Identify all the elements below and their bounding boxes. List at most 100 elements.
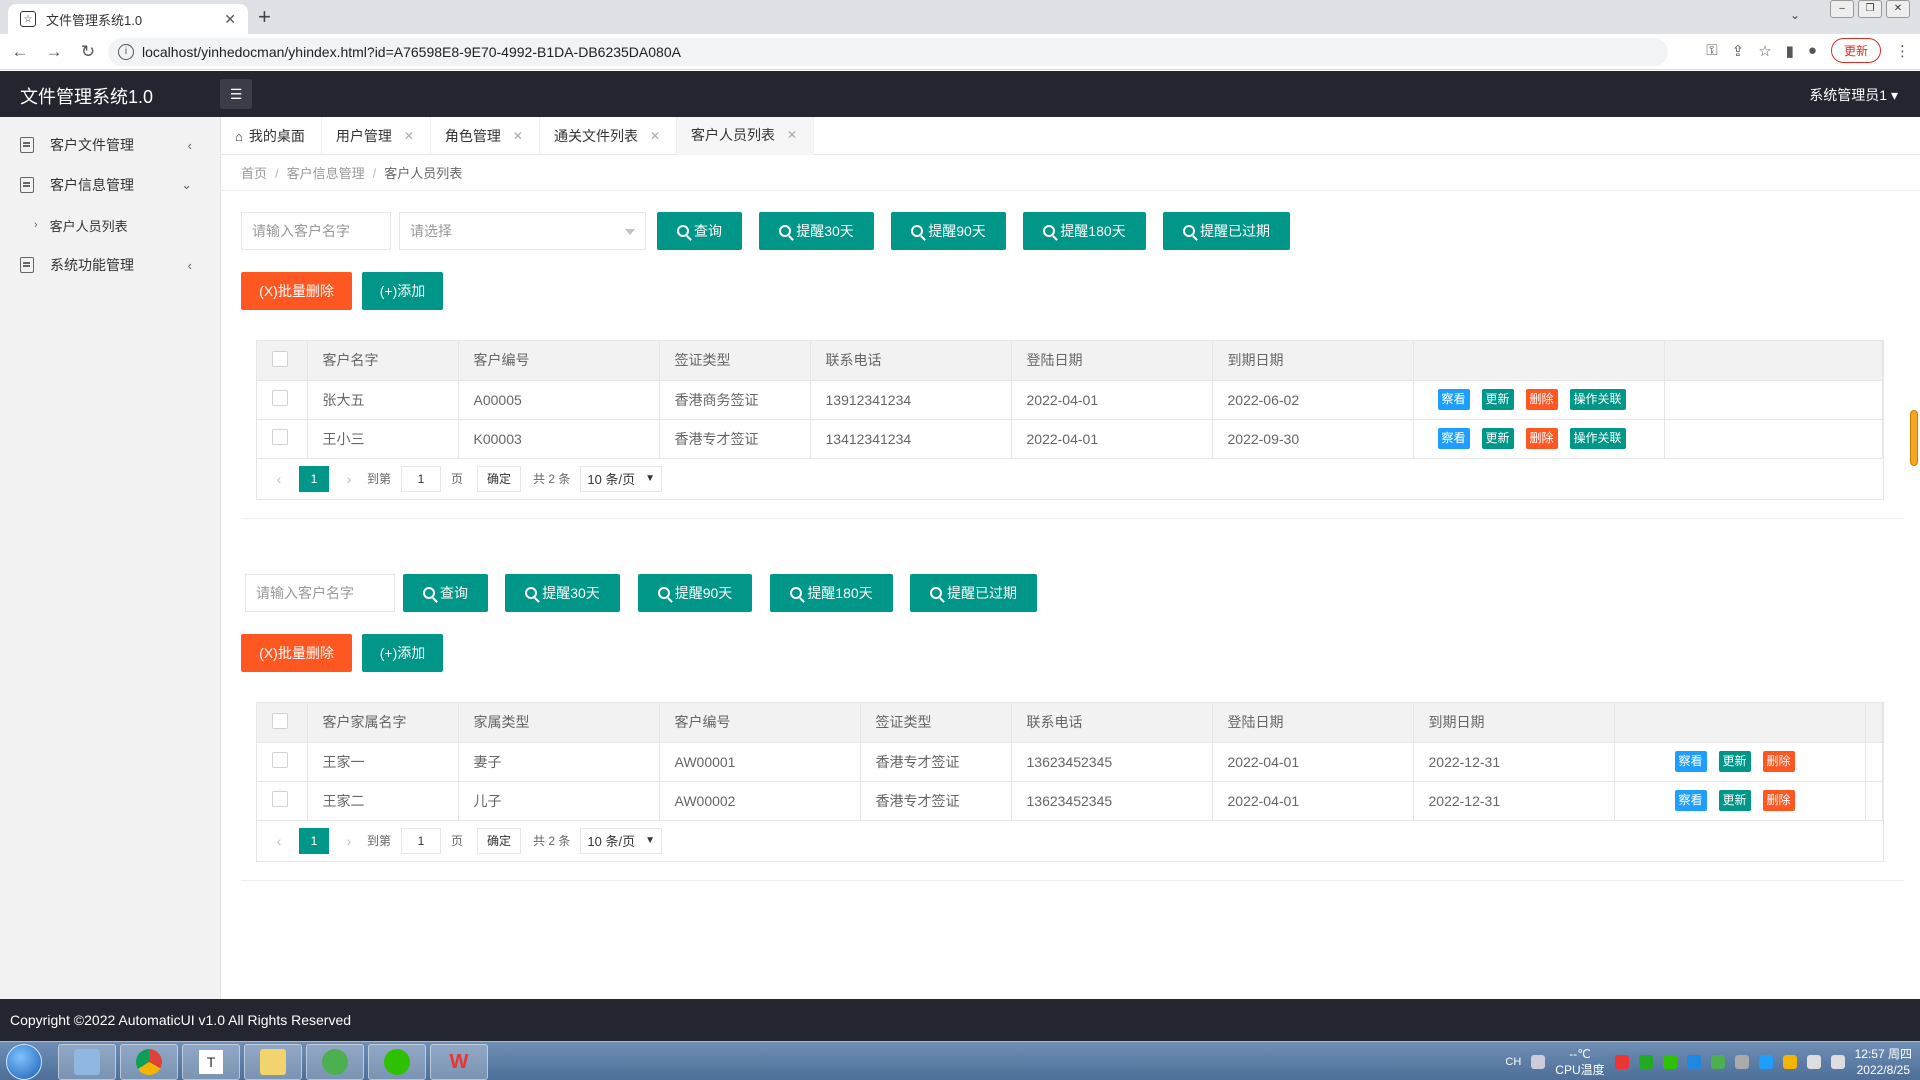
prev-page-icon[interactable]: ‹ (269, 833, 289, 849)
tray-app-icon[interactable] (1638, 1055, 1653, 1069)
close-icon[interactable]: ✕ (513, 129, 523, 143)
taskbar-wps-icon[interactable]: W (430, 1044, 488, 1080)
user-menu[interactable]: 系统管理员1 ▾ (1809, 85, 1898, 105)
breadcrumb-customer-info[interactable]: 客户信息管理 (287, 166, 365, 181)
side-panel-icon[interactable]: ▮ (1786, 42, 1794, 60)
wechat-tray-icon[interactable] (1662, 1055, 1677, 1069)
tab-desktop[interactable]: ⌂ 我的桌面 (221, 117, 322, 155)
tray-app-icon[interactable] (1734, 1055, 1749, 1069)
add-button[interactable]: (+)添加 (362, 634, 443, 672)
taskbar-ie-icon[interactable] (306, 1044, 364, 1080)
tray-app-icon[interactable] (1782, 1055, 1797, 1069)
next-page-icon[interactable]: › (339, 833, 359, 849)
tab-user-management[interactable]: 用户管理 ✕ (322, 117, 431, 155)
taskbar-text-editor-icon[interactable]: T (182, 1044, 240, 1080)
tab-customer-list[interactable]: 客户人员列表 ✕ (677, 117, 815, 155)
delete-button[interactable]: 删除 (1525, 389, 1558, 410)
scroll-indicator[interactable] (1910, 410, 1918, 466)
restore-icon[interactable]: ❐ (1858, 0, 1882, 18)
remind-180-days-button[interactable]: 提醒180天 (1023, 212, 1146, 250)
view-button[interactable]: 察看 (1437, 389, 1470, 410)
row-checkbox[interactable] (272, 752, 288, 768)
tab-customs-files[interactable]: 通关文件列表 ✕ (540, 117, 678, 155)
sidebar-item-customer-info[interactable]: 客户信息管理 ⌄ (0, 165, 220, 205)
view-button[interactable]: 察看 (1674, 751, 1707, 772)
system-clock[interactable]: 12:57 周四 2022/8/25 (1855, 1046, 1912, 1078)
tray-app-icon[interactable] (1686, 1055, 1701, 1069)
tab-role-management[interactable]: 角色管理 ✕ (431, 117, 540, 155)
page-jump-ok-button[interactable]: 确定 (477, 827, 522, 854)
page-size-select[interactable]: 10 条/页 ▼ (580, 465, 662, 492)
forward-icon[interactable]: → (40, 42, 68, 62)
batch-delete-button[interactable]: (X)批量删除 (241, 272, 352, 310)
bookmark-star-icon[interactable]: ☆ (1758, 42, 1771, 60)
window-close-icon[interactable]: ✕ (1886, 0, 1910, 18)
delete-button[interactable]: 删除 (1525, 428, 1558, 449)
link-operation-button[interactable]: 操作关联 (1569, 428, 1626, 449)
update-button[interactable]: 更新 (1481, 389, 1514, 410)
select-all-checkbox[interactable] (272, 712, 288, 729)
select-all-checkbox[interactable] (272, 350, 288, 367)
tray-app-icon[interactable] (1710, 1055, 1725, 1069)
shield-icon[interactable] (1758, 1055, 1773, 1069)
reload-icon[interactable]: ↻ (74, 42, 102, 62)
taskbar-chrome-icon[interactable] (120, 1044, 178, 1080)
new-tab-icon[interactable]: + (258, 4, 271, 30)
taskbar-explorer-icon[interactable] (58, 1044, 116, 1080)
remind-90-days-button[interactable]: 提醒90天 (891, 212, 1006, 250)
browser-tab[interactable]: ☆ 文件管理系统1.0 ✕ (8, 4, 248, 34)
page-jump-ok-button[interactable]: 确定 (477, 465, 522, 492)
update-button[interactable]: 更新 (1718, 790, 1751, 811)
visa-type-select[interactable]: 请选择 (399, 212, 646, 250)
view-button[interactable]: 察看 (1674, 790, 1707, 811)
current-page[interactable]: 1 (299, 827, 329, 854)
keyboard-icon[interactable] (1531, 1055, 1546, 1069)
browser-update-button[interactable]: 更新 (1830, 38, 1881, 63)
remind-30-days-button[interactable]: 提醒30天 (759, 212, 874, 250)
query-button[interactable]: 查询 (657, 212, 742, 250)
batch-delete-button[interactable]: (X)批量删除 (241, 634, 352, 672)
query-button[interactable]: 查询 (403, 574, 488, 612)
sidebar-item-customer-files[interactable]: 客户文件管理 ‹ (0, 125, 220, 165)
sidebar-subitem-customer-list[interactable]: › 客户人员列表 (0, 205, 220, 245)
share-icon[interactable]: ⇪ (1732, 42, 1745, 60)
row-checkbox[interactable] (272, 390, 288, 406)
breadcrumb-home[interactable]: 首页 (241, 166, 267, 181)
address-bar[interactable]: i localhost/yinhedocman/yhindex.html?id=… (108, 38, 1668, 66)
back-icon[interactable]: ← (6, 42, 34, 62)
site-info-icon[interactable]: i (118, 44, 134, 60)
remind-90-days-button[interactable]: 提醒90天 (638, 574, 752, 612)
close-icon[interactable]: ✕ (787, 128, 797, 142)
minimize-icon[interactable]: – (1830, 0, 1854, 18)
remind-180-days-button[interactable]: 提醒180天 (770, 574, 893, 612)
close-icon[interactable]: ✕ (404, 129, 414, 143)
remind-expired-button[interactable]: 提醒已过期 (1163, 212, 1290, 250)
customer-name-search-input[interactable]: 请输入客户名字 (241, 212, 391, 250)
taskbar-wechat-icon[interactable] (368, 1044, 426, 1080)
page-jump-input[interactable]: 1 (401, 827, 442, 854)
page-size-select[interactable]: 10 条/页 ▼ (580, 827, 662, 854)
view-button[interactable]: 察看 (1437, 428, 1470, 449)
link-operation-button[interactable]: 操作关联 (1569, 389, 1626, 410)
delete-button[interactable]: 删除 (1762, 790, 1795, 811)
wps-tray-icon[interactable] (1614, 1055, 1629, 1069)
prev-page-icon[interactable]: ‹ (269, 471, 289, 487)
input-language[interactable]: CH (1505, 1056, 1521, 1068)
volume-icon[interactable] (1806, 1055, 1821, 1069)
next-page-icon[interactable]: › (339, 471, 359, 487)
relative-name-search-input[interactable]: 请输入客户名字 (245, 574, 395, 612)
close-icon[interactable]: ✕ (650, 129, 660, 143)
row-checkbox[interactable] (272, 429, 288, 445)
update-button[interactable]: 更新 (1718, 751, 1751, 772)
add-button[interactable]: (+)添加 (362, 272, 443, 310)
tab-search-chevron-icon[interactable]: ⌄ (1790, 8, 1800, 22)
remind-30-days-button[interactable]: 提醒30天 (505, 574, 620, 612)
browser-menu-icon[interactable]: ⋮ (1895, 42, 1910, 60)
delete-button[interactable]: 删除 (1762, 751, 1795, 772)
taskbar-folder-icon[interactable] (244, 1044, 302, 1080)
page-jump-input[interactable]: 1 (401, 465, 442, 492)
menu-toggle-icon[interactable]: ☰ (220, 79, 252, 109)
start-button-icon[interactable] (6, 1044, 42, 1080)
row-checkbox[interactable] (272, 791, 288, 807)
profile-avatar-icon[interactable]: ● (1808, 42, 1817, 59)
